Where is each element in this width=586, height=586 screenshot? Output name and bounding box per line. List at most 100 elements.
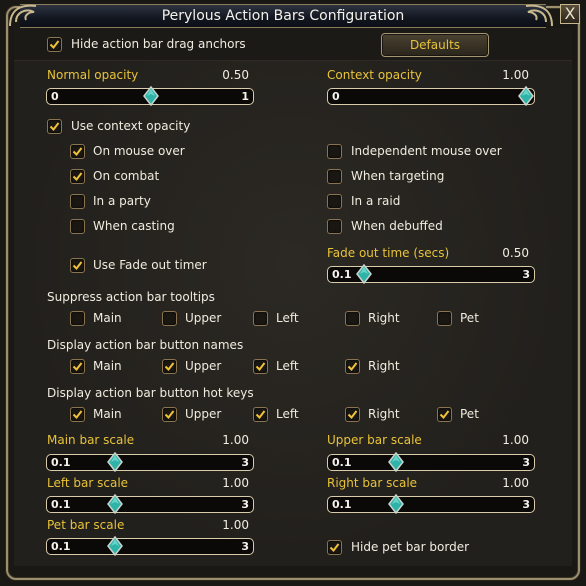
checkbox-label-left: Left — [276, 407, 299, 421]
when-targeting-checkbox[interactable] — [327, 169, 342, 184]
when-debuffed-checkbox[interactable] — [327, 219, 342, 234]
checkmark-icon — [49, 40, 60, 50]
use-context-opacity-label: Use context opacity — [71, 119, 191, 133]
checkbox-right[interactable] — [345, 311, 360, 326]
checkbox-label-upper: Upper — [185, 407, 222, 421]
slider-thumb[interactable] — [143, 85, 159, 107]
upper-bar-scale-slider[interactable]: 0.1 3 — [327, 451, 535, 473]
close-button[interactable]: X — [560, 4, 580, 24]
right-bar-scale-label: Right bar scale — [327, 476, 418, 490]
in-a-raid-checkbox[interactable] — [327, 194, 342, 209]
checkbox-left[interactable] — [253, 407, 268, 422]
main-bar-scale-value: 1.00 — [222, 433, 249, 447]
checkbox-label-pet: Pet — [460, 407, 479, 421]
slider-max: 3 — [241, 456, 249, 469]
context-opacity-value: 1.00 — [502, 68, 529, 82]
checkmark-icon — [329, 543, 340, 553]
on-mouse-over-checkbox[interactable] — [70, 144, 85, 159]
slider-thumb[interactable] — [107, 451, 124, 473]
diamond-gem-icon — [355, 263, 372, 285]
diamond-gem-icon — [518, 85, 534, 107]
bottom-strip — [14, 566, 572, 574]
slider-min: 0.1 — [51, 498, 71, 511]
checkmark-icon — [72, 261, 83, 271]
left-bar-scale-label: Left bar scale — [47, 476, 129, 490]
use-context-opacity-checkbox[interactable] — [47, 119, 62, 134]
title-bar[interactable]: Perylous Action Bars Configuration — [20, 4, 546, 28]
checkbox-main[interactable] — [70, 407, 85, 422]
window-title: Perylous Action Bars Configuration — [161, 8, 405, 24]
config-window: Perylous Action Bars Configuration X Hid… — [0, 0, 586, 586]
checkbox-pet[interactable] — [437, 407, 452, 422]
pet-bar-scale-slider[interactable]: 0.1 3 — [46, 535, 254, 557]
slider-thumb[interactable] — [518, 85, 534, 107]
checkmark-icon — [255, 410, 266, 420]
checkbox-label-right: Right — [368, 359, 400, 373]
on-combat-checkbox[interactable] — [70, 169, 85, 184]
left-bar-scale-slider[interactable]: 0.1 3 — [46, 493, 254, 515]
slider-thumb[interactable] — [388, 493, 405, 515]
checkmark-icon — [49, 122, 60, 132]
checkbox-label-upper: Upper — [185, 359, 222, 373]
context-opacity-label: Context opacity — [327, 68, 422, 82]
hot-keys-label: Display action bar button hot keys — [47, 386, 254, 400]
diamond-gem-icon — [388, 451, 405, 473]
independent-mouse-over-checkbox[interactable] — [327, 144, 342, 159]
slider-min: 0.1 — [51, 540, 71, 553]
on-combat-label: On combat — [93, 169, 160, 183]
right-bar-scale-slider[interactable]: 0.1 3 — [327, 493, 535, 515]
slider-min: 0.1 — [332, 268, 352, 281]
hide-pet-bar-border-checkbox[interactable] — [327, 540, 342, 555]
diamond-gem-icon — [143, 85, 159, 107]
in-a-party-checkbox[interactable] — [70, 194, 85, 209]
slider-min: 0.1 — [332, 456, 352, 469]
suppress-tooltips-label: Suppress action bar tooltips — [47, 290, 215, 304]
in-a-raid-label: In a raid — [351, 194, 401, 208]
checkbox-main[interactable] — [70, 359, 85, 374]
slider-thumb[interactable] — [388, 451, 405, 473]
checkbox-left[interactable] — [253, 359, 268, 374]
upper-bar-scale-label: Upper bar scale — [327, 433, 422, 447]
checkbox-right[interactable] — [345, 359, 360, 374]
normal-opacity-slider[interactable]: 0 1 — [46, 85, 254, 107]
slider-min: 0 — [332, 90, 340, 103]
checkbox-label-left: Left — [276, 359, 299, 373]
slider-min: 0.1 — [332, 498, 352, 511]
when-casting-checkbox[interactable] — [70, 219, 85, 234]
right-bar-scale-value: 1.00 — [502, 476, 529, 490]
use-fade-out-timer-checkbox[interactable] — [70, 258, 85, 273]
hide-pet-bar-border-label: Hide pet bar border — [351, 540, 470, 554]
checkbox-pet[interactable] — [437, 311, 452, 326]
fade-out-time-slider[interactable]: 0.1 3 — [327, 263, 535, 285]
fade-out-time-value: 0.50 — [502, 246, 529, 260]
checkbox-label-right: Right — [368, 311, 400, 325]
checkmark-icon — [164, 362, 175, 372]
when-debuffed-label: When debuffed — [351, 219, 443, 233]
checkbox-upper[interactable] — [162, 359, 177, 374]
checkbox-label-main: Main — [93, 359, 122, 373]
checkbox-upper[interactable] — [162, 407, 177, 422]
checkbox-upper[interactable] — [162, 311, 177, 326]
diamond-gem-icon — [388, 493, 405, 515]
use-fade-out-timer-label: Use Fade out timer — [93, 258, 207, 272]
slider-max: 3 — [522, 456, 530, 469]
slider-max: 3 — [241, 498, 249, 511]
close-icon: X — [564, 4, 576, 23]
normal-opacity-value: 0.50 — [222, 68, 249, 82]
checkbox-right[interactable] — [345, 407, 360, 422]
main-bar-scale-slider[interactable]: 0.1 3 — [46, 451, 254, 473]
hide-anchors-checkbox[interactable] — [47, 37, 62, 52]
checkbox-label-main: Main — [93, 407, 122, 421]
pet-bar-scale-label: Pet bar scale — [47, 518, 125, 532]
diamond-gem-icon — [107, 493, 124, 515]
slider-thumb[interactable] — [355, 263, 372, 285]
defaults-button[interactable]: Defaults — [381, 33, 489, 57]
checkbox-left[interactable] — [253, 311, 268, 326]
on-mouse-over-label: On mouse over — [93, 144, 185, 158]
hide-anchors-label: Hide action bar drag anchors — [71, 37, 246, 51]
checkbox-main[interactable] — [70, 311, 85, 326]
checkbox-label-left: Left — [276, 311, 299, 325]
slider-thumb[interactable] — [107, 493, 124, 515]
slider-thumb[interactable] — [107, 535, 124, 557]
context-opacity-slider[interactable]: 0 — [327, 85, 535, 107]
